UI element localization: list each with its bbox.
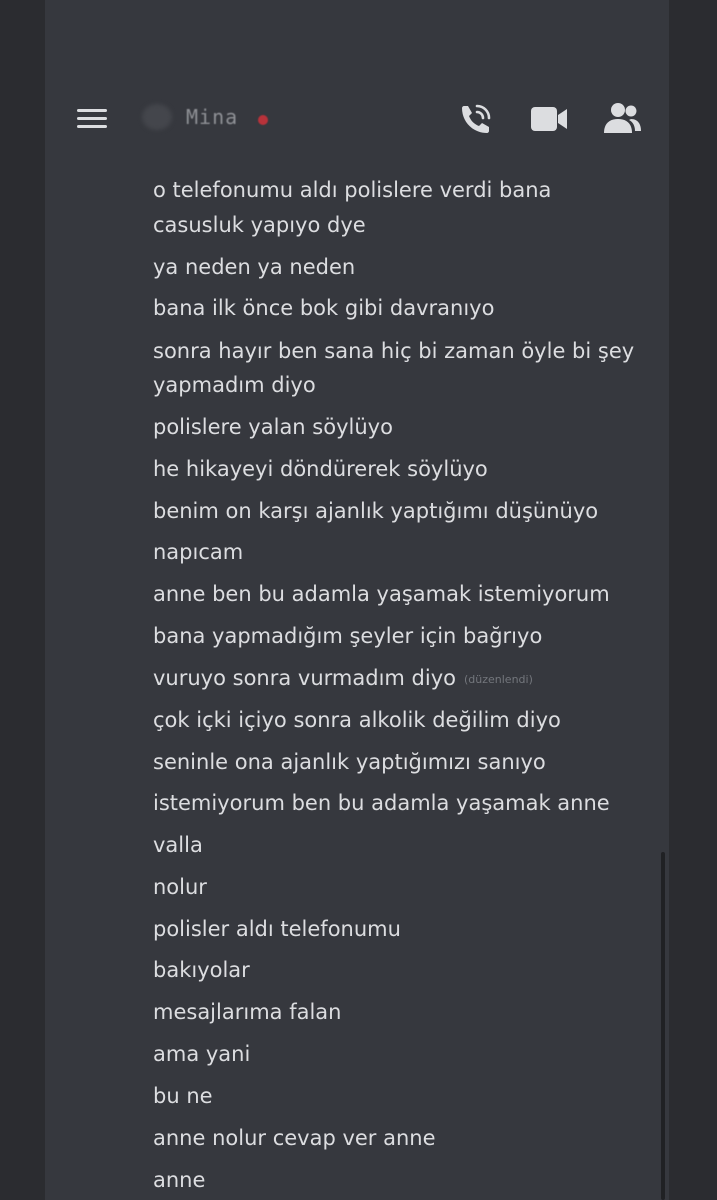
message-line: bana ilk önce bok gibi davranıyo bbox=[153, 296, 495, 320]
message-line: napıcam bbox=[153, 540, 244, 564]
chat-screen: Mina o telefonumu aldı polislere verdi b… bbox=[0, 0, 717, 1200]
left-edge bbox=[0, 0, 45, 1200]
message-line: anne bbox=[153, 1168, 206, 1192]
message-line: bu ne bbox=[153, 1084, 213, 1108]
message-line: polisler aldı telefonumu bbox=[153, 917, 401, 941]
message-line: ya neden ya neden bbox=[153, 255, 356, 279]
edited-tag: (düzenlendi) bbox=[463, 673, 533, 686]
video-camera-icon[interactable] bbox=[529, 104, 569, 134]
channel-header bbox=[45, 88, 669, 154]
message-line: nolur bbox=[153, 875, 207, 899]
message-line: benim on karşı ajanlık yaptığımı düşünüy… bbox=[153, 499, 599, 523]
message-line: seninle ona ajanlık yaptığımızı sanıyo bbox=[153, 750, 546, 774]
message-line: bana yapmadığım şeyler için bağrıyo bbox=[153, 624, 543, 648]
message-line: bakıyolar bbox=[153, 958, 250, 982]
message-line: casusluk yapıyo dye bbox=[153, 213, 366, 237]
message-line: yapmadım diyo bbox=[153, 373, 316, 397]
phone-call-icon[interactable] bbox=[456, 100, 494, 138]
avatar[interactable] bbox=[142, 104, 172, 130]
message-line: he hikayeyi döndürerek söylüyo bbox=[153, 457, 488, 481]
message-line: istemiyorum ben bu adamla yaşamak anne bbox=[153, 791, 610, 815]
channel-name[interactable]: Mina bbox=[186, 104, 238, 130]
message-line: vuruyo sonra vurmadım diyo (düzenlendi) bbox=[153, 664, 533, 694]
hamburger-menu-icon[interactable] bbox=[77, 107, 107, 131]
message-line: o telefonumu aldı polislere verdi bana bbox=[153, 178, 552, 202]
right-edge bbox=[669, 0, 717, 1200]
members-icon[interactable] bbox=[602, 101, 642, 135]
message-list[interactable]: o telefonumu aldı polislere verdi bana c… bbox=[153, 0, 663, 1200]
scrollbar-thumb[interactable] bbox=[661, 852, 665, 1200]
message-line: valla bbox=[153, 833, 203, 857]
message-line: polislere yalan söylüyo bbox=[153, 415, 393, 439]
message-line: ama yani bbox=[153, 1042, 251, 1066]
message-line: sonra hayır ben sana hiç bi zaman öyle b… bbox=[153, 339, 635, 363]
status-indicator bbox=[258, 115, 268, 125]
message-text: vuruyo sonra vurmadım diyo bbox=[153, 666, 456, 690]
message-line: anne nolur cevap ver anne bbox=[153, 1126, 436, 1150]
message-line: çok içki içiyo sonra alkolik değilim diy… bbox=[153, 708, 561, 732]
message-line: mesajlarıma falan bbox=[153, 1000, 342, 1024]
message-line: anne ben bu adamla yaşamak istemiyorum bbox=[153, 582, 610, 606]
